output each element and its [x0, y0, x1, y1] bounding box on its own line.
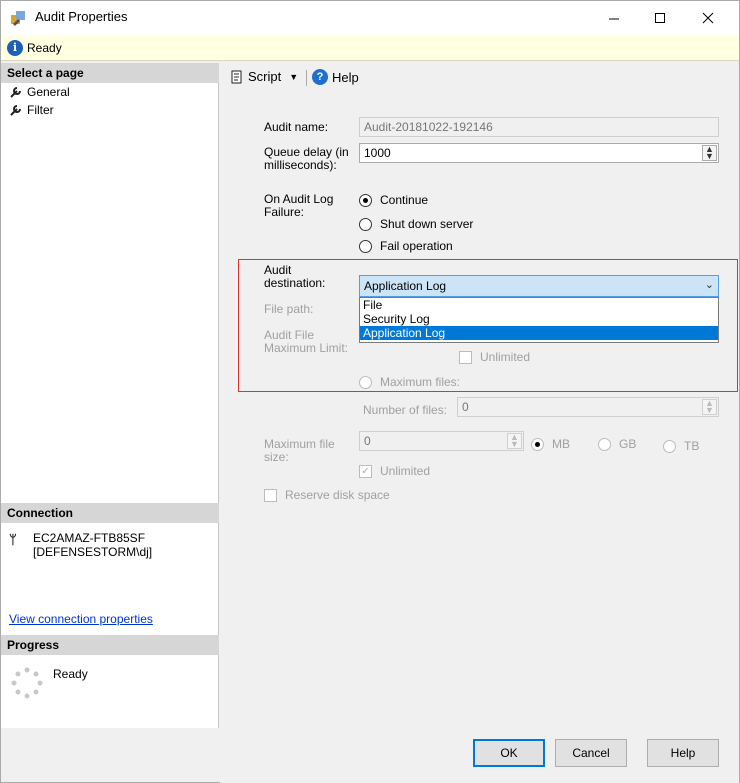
radio-checked-icon	[531, 437, 544, 451]
audit-app-icon	[11, 11, 25, 26]
number-of-files-value: 0	[462, 400, 469, 414]
on-failure-label-2: Failure:	[264, 205, 305, 219]
radio-continue-label: Continue	[380, 193, 429, 207]
help-toolbar-button[interactable]: ? Help	[312, 69, 359, 85]
max-files-label: Maximum files:	[380, 375, 461, 389]
max-file-size-spinner[interactable]: ▲ ▼	[507, 433, 522, 449]
script-button[interactable]: Script ▼	[230, 69, 298, 84]
connection-icon: ᛘ	[9, 532, 17, 547]
left-pane: Select a page General Filter Connection …	[1, 63, 219, 728]
unlimited-checkbox[interactable]: Unlimited	[459, 350, 530, 364]
radio-shutdown-server[interactable]: Shut down server	[359, 217, 473, 231]
checkbox-checked-icon: ✓	[359, 464, 372, 478]
page-item-label: General	[27, 85, 70, 99]
queue-delay-label-2: milliseconds):	[264, 158, 337, 172]
page-item-filter[interactable]: Filter	[9, 103, 54, 117]
max-file-size-input[interactable]: 0 ▲ ▼	[359, 431, 524, 451]
progress-header: Progress	[1, 635, 219, 655]
window-title: Audit Properties	[35, 9, 128, 24]
page-item-label: Filter	[27, 103, 54, 117]
help-button[interactable]: Help	[647, 739, 719, 767]
radio-unchecked-icon	[359, 375, 372, 389]
size-unlimited-checkbox[interactable]: ✓ Unlimited	[359, 464, 430, 478]
radio-continue[interactable]: Continue	[359, 193, 428, 207]
radio-unchecked-icon	[663, 439, 676, 453]
radio-mb[interactable]: MB	[531, 437, 570, 451]
status-text: Ready	[27, 41, 62, 55]
help-icon: ?	[312, 69, 328, 85]
toolbar-separator	[306, 70, 307, 86]
audit-properties-window: Audit Properties i Ready Select a page G…	[0, 0, 740, 783]
connection-user: [DEFENSESTORM\dj]	[33, 545, 153, 559]
number-of-files-input[interactable]: 0 ▲ ▼	[457, 397, 719, 417]
radio-checked-icon	[359, 193, 372, 207]
info-icon: i	[7, 40, 23, 56]
progress-status-text: Ready	[53, 667, 88, 681]
connection-header: Connection	[1, 503, 219, 523]
toolbar: Script ▼ ? Help	[220, 63, 739, 91]
radio-fail-label: Fail operation	[380, 239, 453, 253]
minimize-icon	[609, 18, 619, 20]
radio-maximum-files[interactable]: Maximum files:	[359, 375, 460, 389]
number-of-files-spinner[interactable]: ▲ ▼	[702, 399, 717, 415]
file-path-label: File path:	[264, 302, 314, 316]
connection-info: EC2AMAZ-FTB85SF [DEFENSESTORM\dj]	[33, 531, 152, 559]
radio-unchecked-icon	[359, 239, 372, 253]
max-limit-label-2: Maximum Limit:	[264, 341, 349, 355]
chevron-down-icon: ▼	[289, 71, 299, 82]
maximize-button[interactable]	[637, 1, 683, 35]
dropdown-option-application-log[interactable]: Application Log	[360, 326, 718, 340]
select-page-header: Select a page	[1, 63, 219, 83]
status-bar: i Ready	[1, 35, 739, 61]
unit-mb-label: MB	[552, 437, 570, 451]
radio-shutdown-label: Shut down server	[380, 217, 474, 231]
queue-delay-value: 1000	[364, 146, 391, 160]
reserve-disk-checkbox[interactable]: Reserve disk space	[264, 488, 390, 502]
checkbox-unchecked-icon	[264, 488, 277, 502]
dropdown-option-file[interactable]: File	[360, 298, 718, 312]
radio-fail-operation[interactable]: Fail operation	[359, 239, 453, 253]
destination-label-2: destination:	[264, 276, 326, 290]
script-label: Script	[248, 69, 282, 84]
max-file-size-value: 0	[364, 434, 371, 448]
wrench-icon	[10, 87, 21, 98]
title-bar: Audit Properties	[1, 1, 739, 35]
maximize-icon	[655, 13, 665, 23]
help-label: Help	[332, 69, 359, 85]
dropdown-option-security-log[interactable]: Security Log	[360, 312, 718, 326]
page-item-general[interactable]: General	[9, 85, 70, 99]
cancel-button[interactable]: Cancel	[555, 739, 627, 767]
queue-delay-spinner[interactable]: ▲ ▼	[702, 145, 717, 161]
number-of-files-label: Number of files:	[363, 403, 448, 417]
dropdown-selected-value: Application Log	[364, 279, 447, 293]
connection-server: EC2AMAZ-FTB85SF	[33, 531, 146, 545]
audit-name-field: Audit-20181022-192146	[359, 117, 719, 137]
radio-unchecked-icon	[359, 217, 372, 231]
script-icon	[231, 70, 242, 83]
chevron-down-icon: ⌄	[704, 279, 714, 291]
progress-spinner-icon	[11, 667, 43, 699]
unit-tb-label: TB	[684, 439, 700, 453]
radio-tb[interactable]: TB	[663, 439, 699, 453]
close-icon	[702, 12, 714, 24]
radio-gb[interactable]: GB	[598, 437, 636, 451]
radio-unchecked-icon	[598, 437, 611, 451]
reserve-disk-label: Reserve disk space	[285, 488, 390, 502]
queue-delay-input[interactable]: 1000 ▲ ▼	[359, 143, 719, 163]
audit-name-label: Audit name:	[264, 120, 329, 134]
close-button[interactable]	[685, 1, 731, 35]
size-unlimited-label: Unlimited	[380, 464, 431, 478]
max-file-size-label-2: size:	[264, 450, 289, 464]
minimize-button[interactable]	[591, 1, 637, 35]
checkbox-unchecked-icon	[459, 350, 472, 364]
audit-destination-dropdown[interactable]: Application Log ⌄	[359, 275, 719, 297]
view-connection-properties-link[interactable]: View connection properties	[9, 612, 153, 626]
ok-button[interactable]: OK	[473, 739, 545, 767]
destination-dropdown-list: File Security Log Application Log	[359, 297, 719, 343]
wrench-icon	[10, 105, 21, 116]
unlimited-label: Unlimited	[480, 350, 531, 364]
unit-gb-label: GB	[619, 437, 637, 451]
